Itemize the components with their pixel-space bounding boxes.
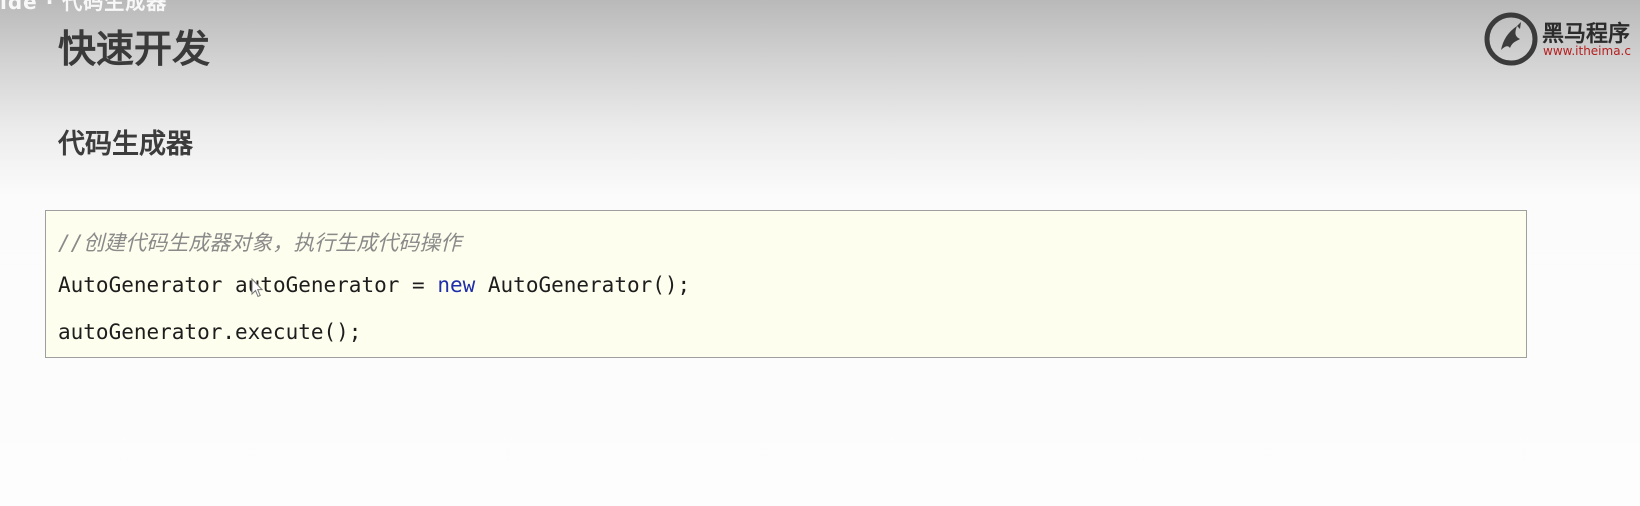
code-constructor: AutoGenerator(); <box>475 273 691 297</box>
section-title: 代码生成器 <box>58 129 193 160</box>
brand-logo: 黑马程序 www.itheima.c <box>1484 10 1640 66</box>
horse-logo-icon <box>1484 12 1538 66</box>
code-keyword-new: new <box>437 273 476 297</box>
page-title: 快速开发 <box>58 27 211 71</box>
logo-url: www.itheima.c <box>1543 44 1631 58</box>
code-comment: //创建代码生成器对象，执行生成代码操作 <box>58 231 462 255</box>
window-caption: ide · 代码生成器 <box>0 0 168 14</box>
mouse-cursor-icon <box>251 278 263 298</box>
code-type: AutoGenerator <box>58 273 223 297</box>
code-line-declaration: AutoGenerator autoGenerator = new AutoGe… <box>58 273 690 297</box>
code-line-execute: autoGenerator.execute(); <box>58 320 362 344</box>
code-block: //创建代码生成器对象，执行生成代码操作 AutoGenerator autoG… <box>45 210 1527 358</box>
